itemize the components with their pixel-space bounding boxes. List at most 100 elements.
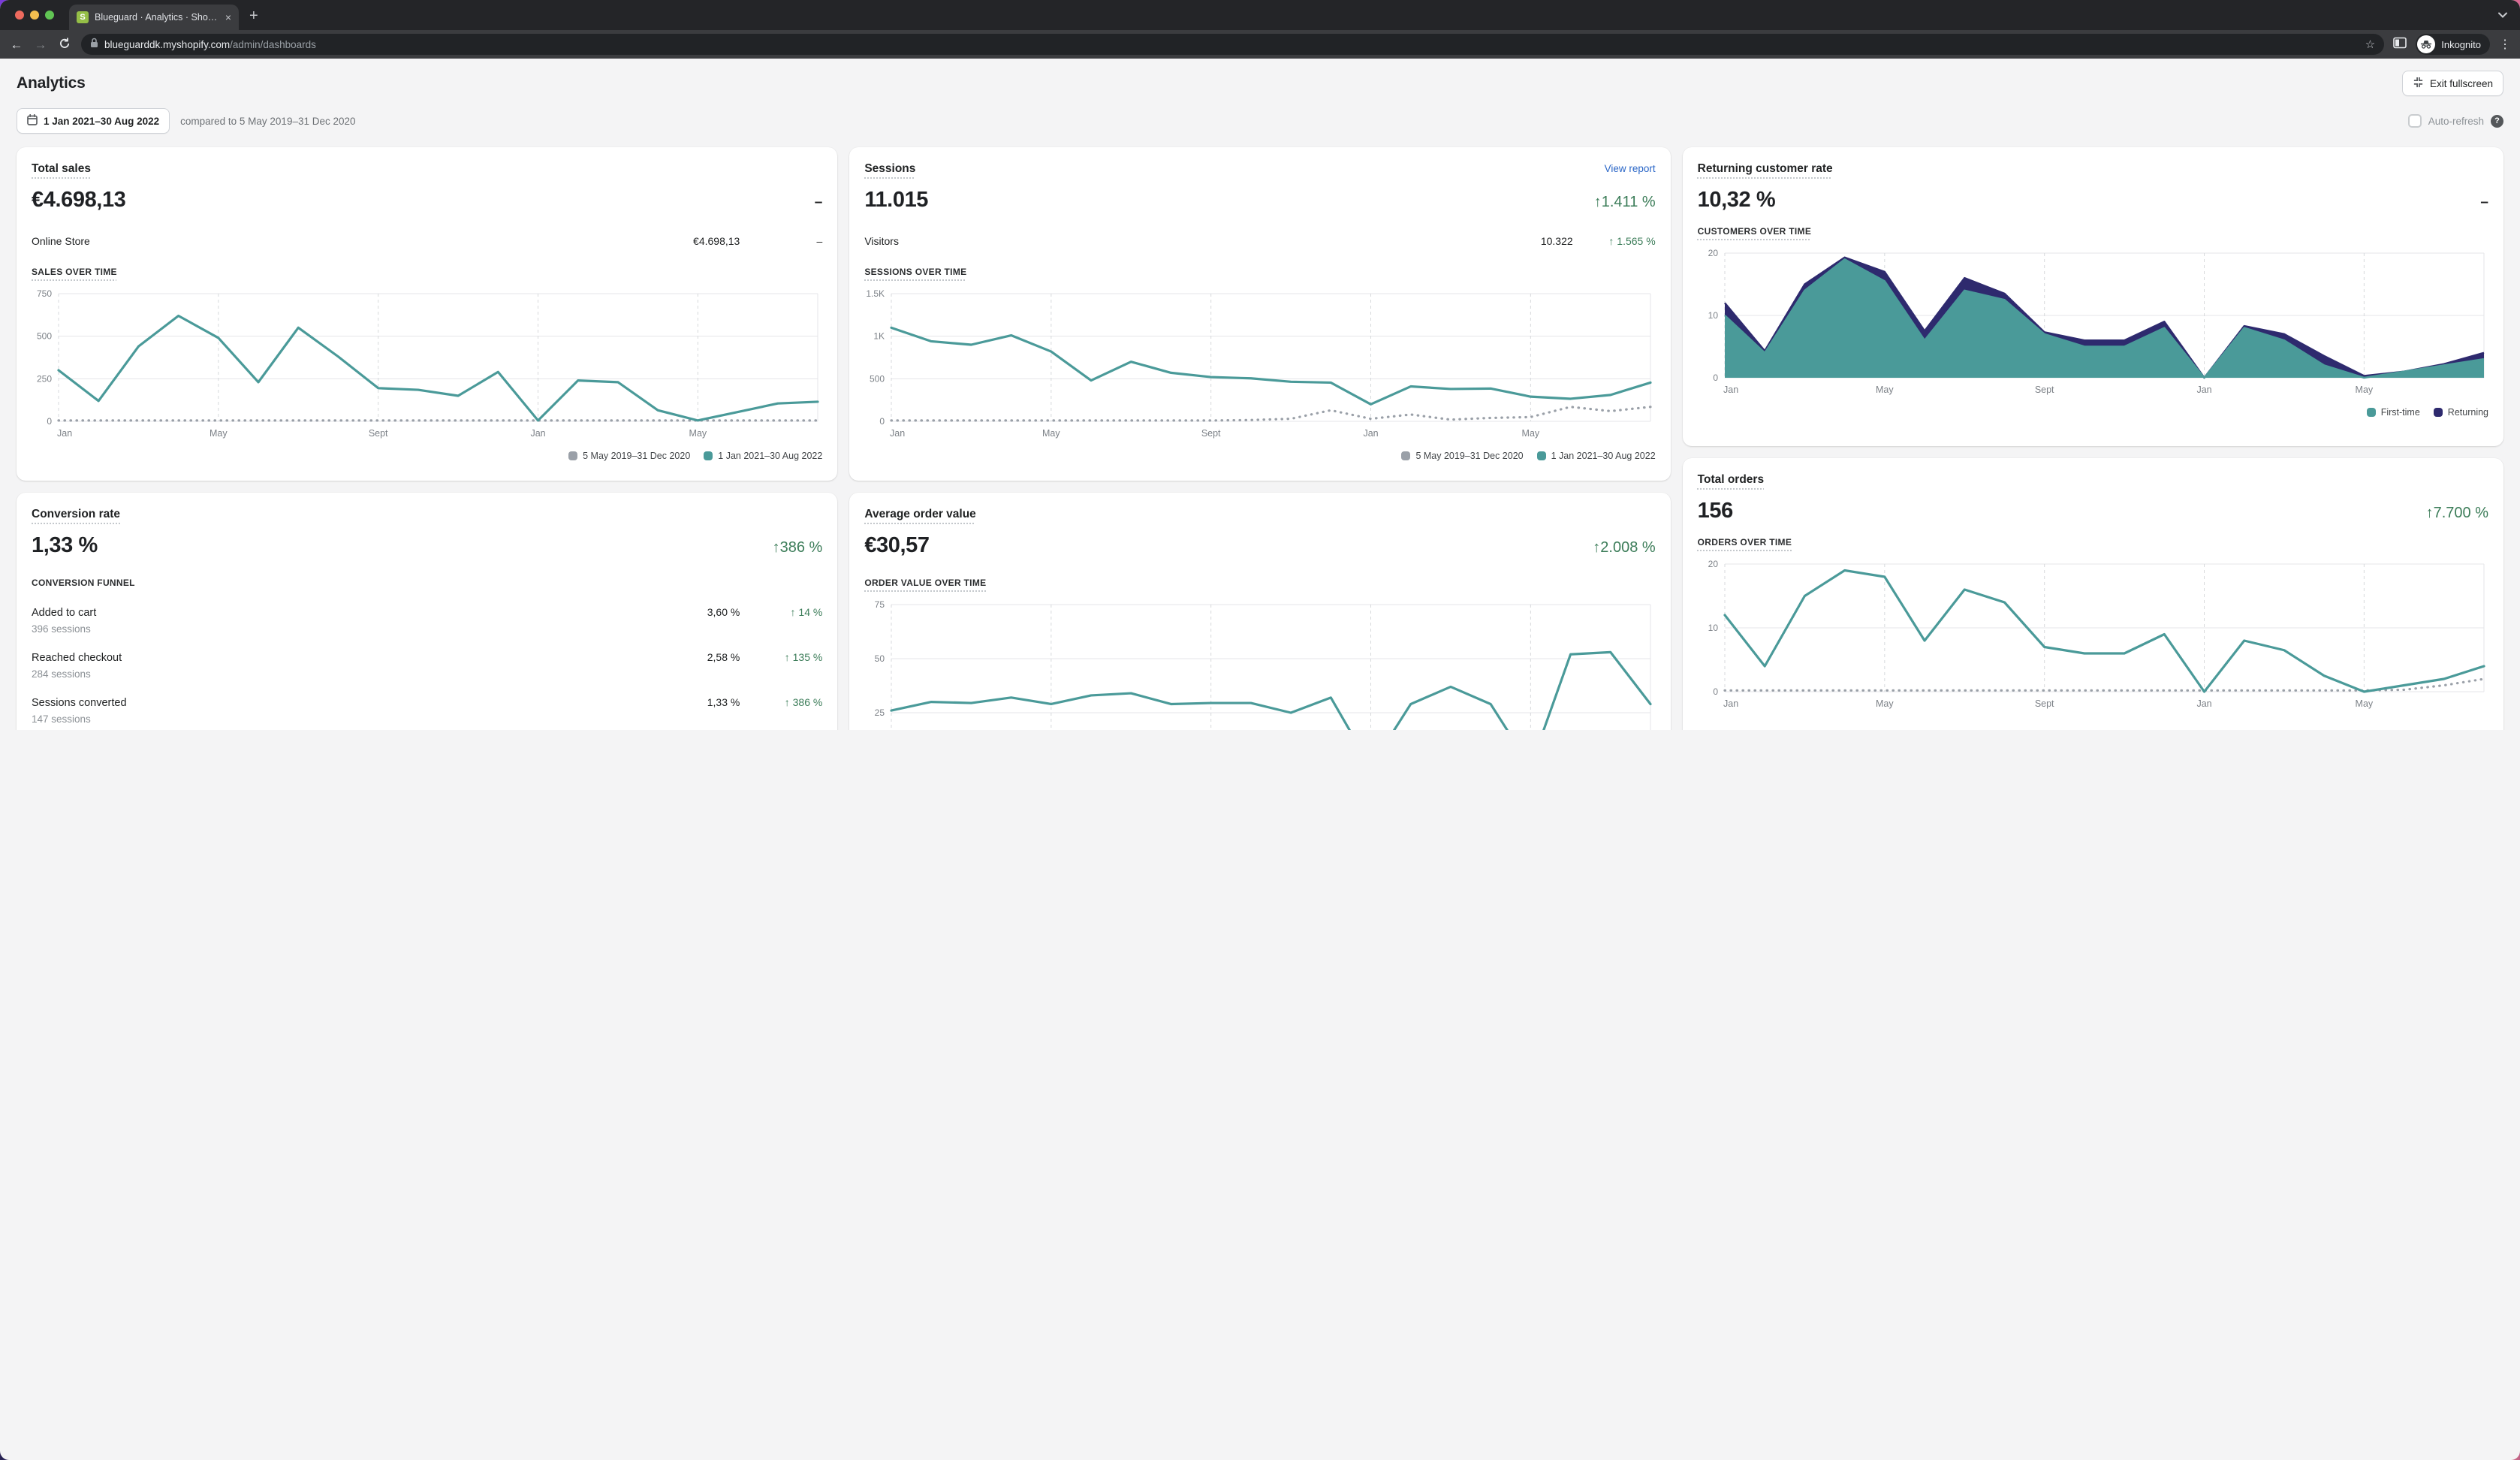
incognito-icon bbox=[2417, 35, 2435, 53]
page-title: Analytics bbox=[17, 74, 86, 92]
visitors-row: Visitors 10.322 ↑ 1.565 % bbox=[864, 235, 1655, 247]
view-report-link[interactable]: View report bbox=[1605, 163, 1656, 174]
customers-legend: First-time Returning bbox=[1698, 407, 2488, 418]
funnel-step-sessions: 284 sessions bbox=[32, 668, 822, 680]
teal-swatch-icon bbox=[1537, 451, 1546, 460]
svg-text:May: May bbox=[2355, 385, 2373, 395]
funnel-rows: Added to cart 3,60 % ↑ 14 % 396 sessions… bbox=[32, 606, 822, 725]
funnel-step-value: 3,60 % bbox=[627, 606, 740, 618]
legend-previous-period: 5 May 2019–31 Dec 2020 bbox=[568, 451, 690, 461]
back-button[interactable]: ← bbox=[9, 38, 24, 51]
total-orders-delta: ↑7.700 % bbox=[2426, 505, 2488, 522]
incognito-label: Inkognito bbox=[2441, 39, 2481, 50]
browser-tab[interactable]: S Blueguard · Analytics · Shopify × bbox=[69, 5, 239, 30]
total-orders-card: Total orders 156 ↑7.700 % ORDERS OVER TI… bbox=[1683, 458, 2503, 730]
legend-current-period: 1 Jan 2021–30 Aug 2022 bbox=[704, 451, 822, 461]
teal-swatch-icon bbox=[2367, 408, 2376, 417]
sessions-over-time-label[interactable]: SESSIONS OVER TIME bbox=[864, 267, 966, 277]
exit-fullscreen-label: Exit fullscreen bbox=[2430, 78, 2493, 89]
svg-text:0: 0 bbox=[880, 416, 885, 427]
sessions-title[interactable]: Sessions bbox=[864, 162, 915, 176]
column-3: Returning customer rate 10,32 % – CUSTOM… bbox=[1683, 147, 2503, 730]
gray-swatch-icon bbox=[1401, 451, 1410, 460]
orders-over-time-chart: 01020JanMaySeptJanMay bbox=[1698, 558, 2488, 715]
new-tab-button[interactable]: + bbox=[249, 8, 258, 25]
average-order-value-title[interactable]: Average order value bbox=[864, 508, 975, 521]
sessions-value: 11.015 bbox=[864, 188, 928, 213]
column-1: Total sales €4.698,13 – Online Store €4.… bbox=[17, 147, 837, 730]
reload-button[interactable] bbox=[57, 38, 72, 52]
visitors-delta: ↑ 1.565 % bbox=[1573, 235, 1656, 247]
funnel-row-added-to-cart: Added to cart 3,60 % ↑ 14 % 396 sessions bbox=[32, 606, 822, 635]
channel-label: Online Store bbox=[32, 235, 627, 247]
svg-text:25: 25 bbox=[875, 707, 885, 718]
auto-refresh-checkbox[interactable] bbox=[2408, 114, 2422, 128]
close-window-button[interactable] bbox=[15, 11, 24, 20]
side-panel-icon[interactable] bbox=[2393, 37, 2407, 53]
svg-text:May: May bbox=[2355, 698, 2373, 709]
funnel-step-delta: ↑ 386 % bbox=[740, 696, 822, 708]
svg-text:Sept: Sept bbox=[2034, 385, 2054, 395]
svg-text:500: 500 bbox=[37, 331, 52, 342]
tab-strip: S Blueguard · Analytics · Shopify × + bbox=[0, 0, 2520, 30]
svg-text:20: 20 bbox=[1708, 248, 1718, 258]
minimize-window-button[interactable] bbox=[30, 11, 39, 20]
svg-text:20: 20 bbox=[1708, 559, 1718, 569]
exit-fullscreen-button[interactable]: Exit fullscreen bbox=[2402, 71, 2503, 96]
legend-previous-period: 5 May 2019–31 Dec 2020 bbox=[1401, 451, 1523, 461]
incognito-badge: Inkognito bbox=[2416, 34, 2490, 55]
conversion-rate-card: Conversion rate 1,33 % ↑386 % CONVERSION… bbox=[17, 493, 837, 730]
auto-refresh-label: Auto-refresh bbox=[2428, 116, 2484, 127]
tab-search-chevron-icon[interactable] bbox=[2497, 9, 2508, 23]
orders-over-time-label[interactable]: ORDERS OVER TIME bbox=[1698, 537, 1792, 548]
funnel-step-label: Added to cart bbox=[32, 607, 627, 619]
customers-over-time-label[interactable]: CUSTOMERS OVER TIME bbox=[1698, 226, 1812, 237]
returning-customer-rate-title[interactable]: Returning customer rate bbox=[1698, 162, 1833, 176]
funnel-row-reached-checkout: Reached checkout 2,58 % ↑ 135 % 284 sess… bbox=[32, 651, 822, 680]
visitors-label: Visitors bbox=[864, 235, 1460, 247]
auto-refresh-control: Auto-refresh ? bbox=[2408, 114, 2503, 128]
funnel-row-sessions-converted: Sessions converted 1,33 % ↑ 386 % 147 se… bbox=[32, 696, 822, 725]
sessions-card: Sessions View report 11.015 ↑1.411 % Vis… bbox=[849, 147, 1670, 481]
help-icon[interactable]: ? bbox=[2491, 115, 2503, 128]
sessions-over-time-chart: 05001K1.5KJanMaySeptJanMay bbox=[864, 288, 1655, 445]
svg-text:10: 10 bbox=[1708, 623, 1718, 633]
total-sales-delta: – bbox=[815, 195, 823, 211]
tab-close-icon[interactable]: × bbox=[225, 12, 231, 23]
svg-text:Sept: Sept bbox=[2034, 698, 2054, 709]
total-orders-title[interactable]: Total orders bbox=[1698, 473, 1764, 487]
forward-button[interactable]: → bbox=[33, 38, 48, 51]
zoom-window-button[interactable] bbox=[45, 11, 54, 20]
svg-text:0: 0 bbox=[47, 416, 52, 427]
channel-delta: – bbox=[740, 235, 822, 247]
svg-text:Jan: Jan bbox=[2196, 385, 2211, 395]
svg-text:Jan: Jan bbox=[2196, 698, 2211, 709]
funnel-step-delta: ↑ 14 % bbox=[740, 606, 822, 618]
svg-text:May: May bbox=[1522, 428, 1540, 439]
funnel-step-delta: ↑ 135 % bbox=[740, 651, 822, 663]
conversion-funnel-label: CONVERSION FUNNEL bbox=[32, 578, 135, 588]
order-value-over-time-label[interactable]: ORDER VALUE OVER TIME bbox=[864, 578, 986, 588]
sales-over-time-label[interactable]: SALES OVER TIME bbox=[32, 267, 117, 277]
total-orders-value: 156 bbox=[1698, 499, 1733, 523]
url-bar[interactable]: blueguarddk.myshopify.com/admin/dashboar… bbox=[81, 34, 2384, 55]
total-sales-title[interactable]: Total sales bbox=[32, 162, 91, 176]
svg-text:Jan: Jan bbox=[530, 428, 545, 439]
svg-text:May: May bbox=[1876, 698, 1894, 709]
svg-text:10: 10 bbox=[1708, 310, 1718, 321]
svg-text:Sept: Sept bbox=[1201, 428, 1221, 439]
bookmark-star-icon[interactable]: ☆ bbox=[2365, 38, 2375, 51]
conversion-rate-value: 1,33 % bbox=[32, 533, 98, 558]
date-range-button[interactable]: 1 Jan 2021–30 Aug 2022 bbox=[17, 108, 170, 134]
browser-menu-icon[interactable]: ⋮ bbox=[2499, 37, 2511, 52]
conversion-rate-title[interactable]: Conversion rate bbox=[32, 508, 120, 521]
average-order-value-card: Average order value €30,57 ↑2.008 % ORDE… bbox=[849, 493, 1670, 730]
window-controls bbox=[15, 11, 54, 20]
svg-text:May: May bbox=[1042, 428, 1060, 439]
svg-text:75: 75 bbox=[875, 599, 885, 610]
funnel-step-label: Reached checkout bbox=[32, 652, 627, 664]
filter-bar: 1 Jan 2021–30 Aug 2022 compared to 5 May… bbox=[17, 108, 2503, 134]
svg-text:Jan: Jan bbox=[1364, 428, 1379, 439]
sales-legend: 5 May 2019–31 Dec 2020 1 Jan 2021–30 Aug… bbox=[32, 451, 822, 461]
navy-swatch-icon bbox=[2434, 408, 2443, 417]
